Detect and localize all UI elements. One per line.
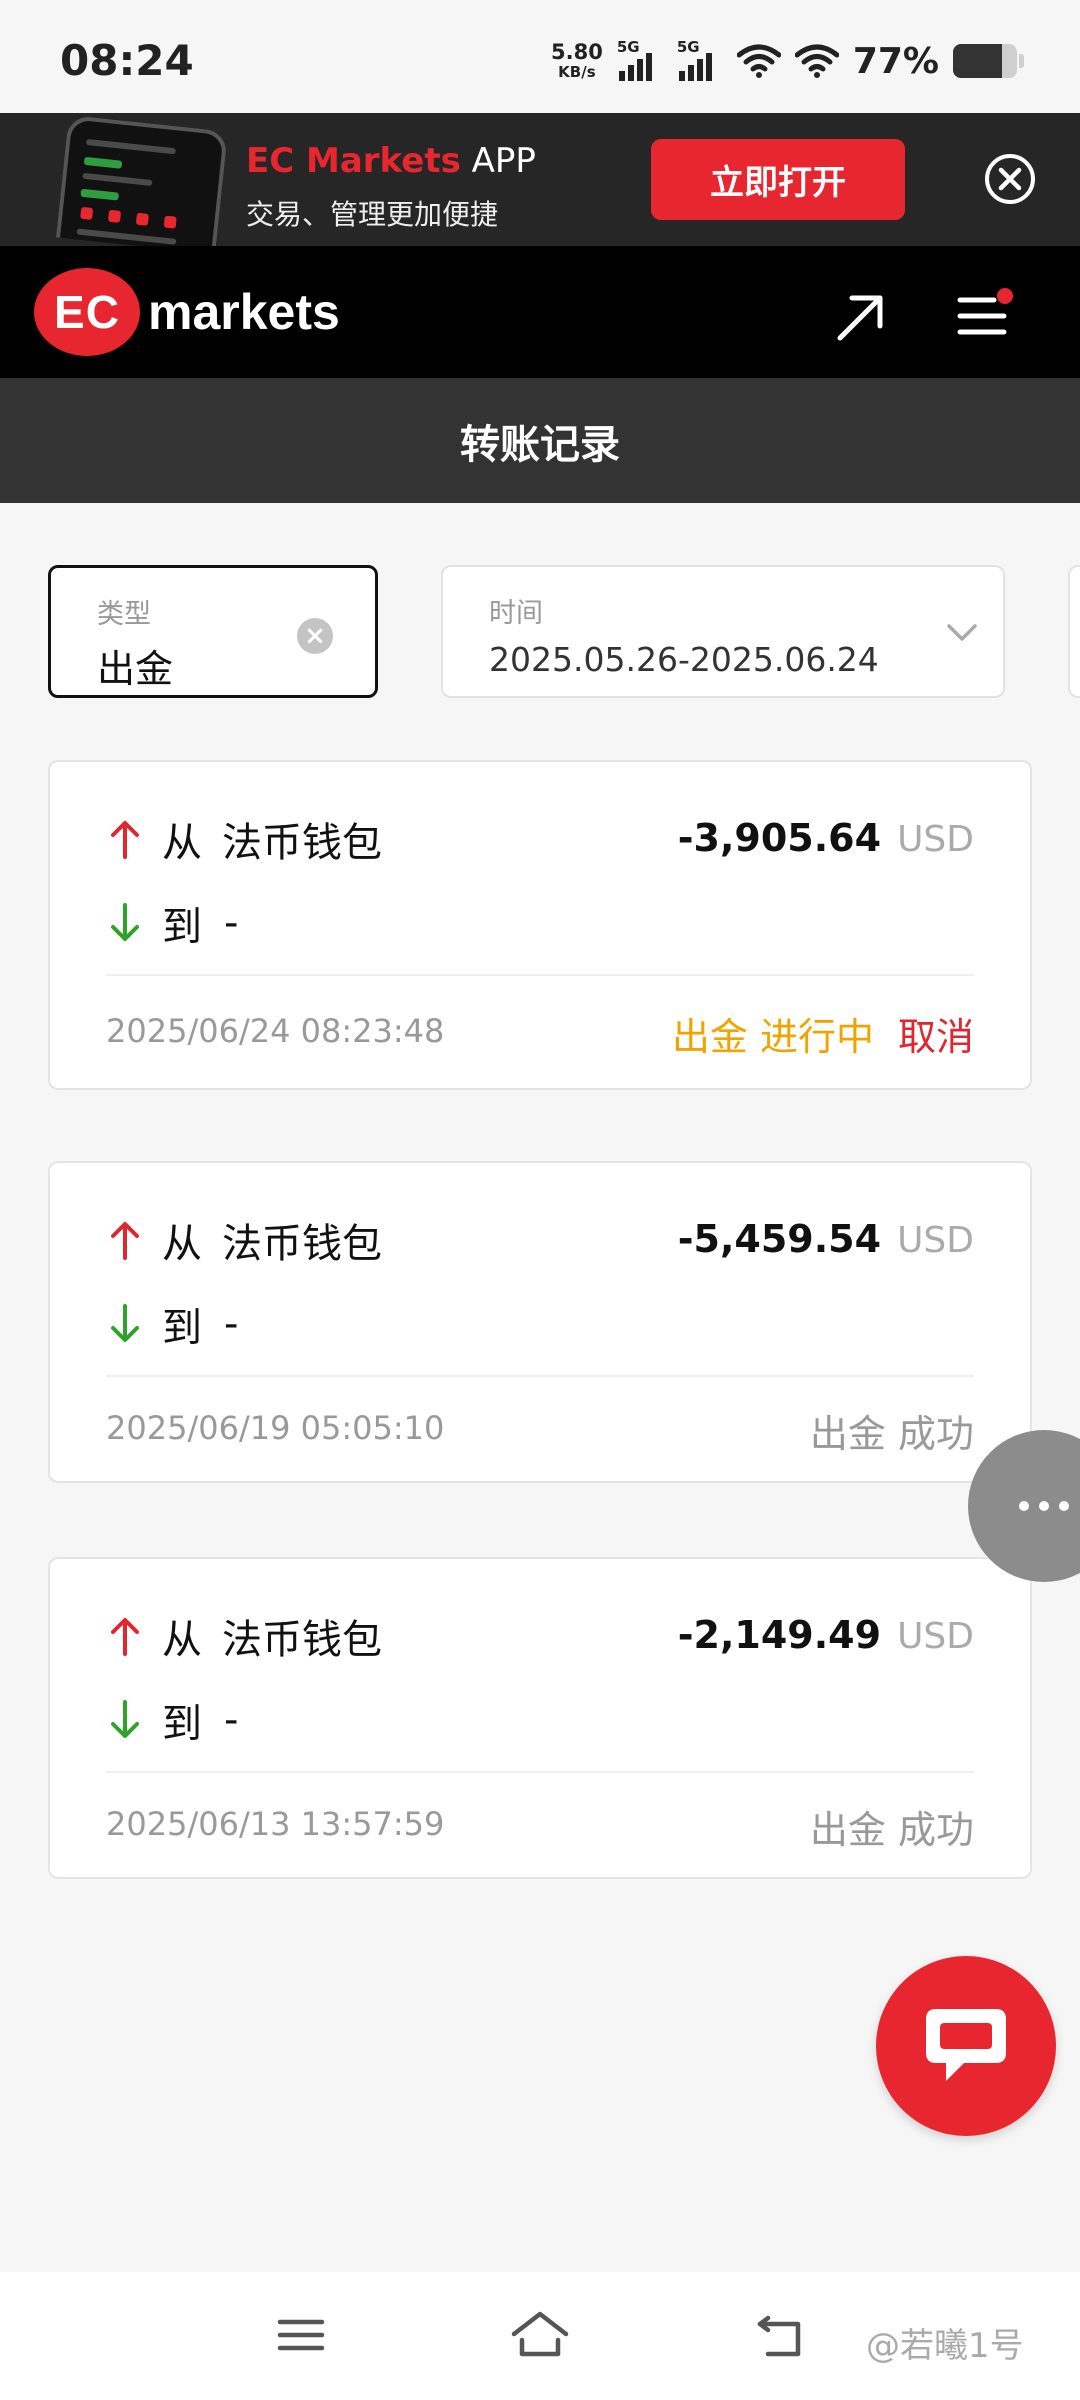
- amount: -2,149.49 USD: [678, 1613, 974, 1657]
- amount-currency: USD: [897, 1220, 974, 1261]
- battery-icon: [953, 44, 1017, 78]
- home-icon[interactable]: [510, 2310, 570, 2360]
- network-speed-unit: KB/s: [558, 63, 596, 81]
- to-wallet: -: [224, 1697, 239, 1743]
- amount-value: -2,149.49: [677, 1613, 882, 1657]
- signal-icon: 5G: [616, 38, 663, 81]
- from-row: 从 法币钱包: [106, 810, 382, 868]
- banner-app-word: APP: [471, 141, 536, 181]
- close-banner-icon[interactable]: [983, 152, 1037, 206]
- status-line: 出金 进行中 取消: [672, 1006, 974, 1061]
- arrow-down-icon: [111, 903, 139, 941]
- clear-icon[interactable]: ×: [297, 618, 333, 654]
- wifi-icon: [736, 44, 781, 78]
- watermark: @若曦1号: [866, 2326, 1024, 2366]
- chevron-down-icon: [947, 624, 977, 641]
- transfer-record-card[interactable]: 从 法币钱包 到 - -3,905.64 USD 2025/06/24 08:2…: [48, 760, 1032, 1090]
- arrow-down-icon: [111, 1700, 139, 1738]
- amount: -3,905.64 USD: [678, 816, 974, 860]
- dot-icon: [1059, 1501, 1069, 1511]
- wifi-icon: [794, 44, 839, 78]
- banner-title: EC Markets APP: [246, 141, 536, 181]
- from-word: 从: [162, 1617, 202, 1663]
- to-wallet: -: [224, 900, 239, 946]
- battery-percent: 77%: [852, 40, 939, 82]
- network-speed-value: 5.80: [551, 40, 603, 64]
- network-speed: 5.80 KB/s: [551, 42, 603, 80]
- ec-markets-logo[interactable]: EC markets: [34, 268, 340, 356]
- divider: [106, 1771, 974, 1773]
- site-header: EC markets: [0, 246, 1080, 378]
- back-icon[interactable]: [754, 2310, 806, 2360]
- status-in-progress: 出金 进行中: [671, 1015, 874, 1059]
- live-chat-button[interactable]: [876, 1956, 1056, 2136]
- to-row: 到 -: [106, 1295, 238, 1353]
- cancel-button[interactable]: 取消: [898, 1006, 974, 1061]
- time-filter-value: 2025.05.26-2025.06.24: [489, 640, 879, 679]
- type-filter[interactable]: 类型 出金 ×: [48, 565, 378, 698]
- dot-icon: [1019, 1501, 1029, 1511]
- status-line: 出金 成功: [810, 1799, 974, 1854]
- time-filter[interactable]: 时间 2025.05.26-2025.06.24: [441, 565, 1005, 698]
- arrow-up-icon: [111, 821, 139, 859]
- to-wallet: -: [224, 1301, 239, 1347]
- arrow-up-icon: [111, 1222, 139, 1260]
- status-time: 08:24: [60, 36, 194, 85]
- more-filter[interactable]: [1068, 565, 1080, 698]
- status-bar: 08:24 5.80 KB/s 5G 5G 77%: [0, 0, 1080, 113]
- arrow-down-icon: [111, 1304, 139, 1342]
- from-wallet: 法币钱包: [222, 1221, 382, 1267]
- dot-icon: [1039, 1501, 1049, 1511]
- banner-brand: EC Markets: [246, 141, 461, 181]
- logo-badge: EC: [34, 268, 140, 356]
- logo-text: markets: [148, 284, 340, 340]
- status-success: 出金 成功: [809, 1412, 974, 1456]
- sim1-label: 5G: [616, 38, 640, 56]
- amount-value: -3,905.64: [677, 816, 882, 860]
- transfer-record-card[interactable]: 从 法币钱包 到 - -2,149.49 USD 2025/06/13 13:5…: [48, 1557, 1032, 1879]
- divider: [106, 1375, 974, 1377]
- record-timestamp: 2025/06/13 13:57:59: [106, 1805, 445, 1843]
- signal-icon: 5G: [676, 38, 723, 81]
- open-app-button[interactable]: 立即打开: [651, 139, 905, 220]
- from-row: 从 法币钱包: [106, 1607, 382, 1665]
- from-word: 从: [162, 1221, 202, 1267]
- to-word: 到: [162, 1701, 202, 1747]
- arrow-up-icon: [111, 1618, 139, 1656]
- record-timestamp: 2025/06/24 08:23:48: [106, 1012, 445, 1050]
- amount-currency: USD: [897, 1616, 974, 1657]
- record-timestamp: 2025/06/19 05:05:10: [106, 1409, 445, 1447]
- from-row: 从 法币钱包: [106, 1211, 382, 1269]
- menu-icon[interactable]: [956, 288, 1014, 346]
- page-title-bar: 转账记录: [0, 378, 1080, 503]
- amount: -5,459.54 USD: [678, 1217, 974, 1261]
- amount-value: -5,459.54: [677, 1217, 882, 1261]
- amount-currency: USD: [897, 819, 974, 860]
- chat-bubble-icon: [926, 2009, 1006, 2081]
- time-filter-label: 时间: [489, 598, 543, 629]
- to-word: 到: [162, 904, 202, 950]
- status-line: 出金 成功: [810, 1403, 974, 1458]
- to-row: 到 -: [106, 894, 238, 952]
- external-link-icon[interactable]: [832, 288, 890, 346]
- divider: [106, 974, 974, 976]
- phone-preview-image: [56, 114, 228, 255]
- to-row: 到 -: [106, 1691, 238, 1749]
- menu-nav-icon[interactable]: [276, 2310, 326, 2360]
- from-word: 从: [162, 820, 202, 866]
- sim2-label: 5G: [676, 38, 700, 56]
- status-success: 出金 成功: [809, 1808, 974, 1852]
- from-wallet: 法币钱包: [222, 820, 382, 866]
- type-filter-value: 出金: [97, 647, 174, 691]
- app-download-banner: EC Markets APP 交易、管理更加便捷 立即打开: [0, 113, 1080, 255]
- transfer-record-card[interactable]: 从 法币钱包 到 - -5,459.54 USD 2025/06/19 05:0…: [48, 1161, 1032, 1483]
- to-word: 到: [162, 1305, 202, 1351]
- type-filter-label: 类型: [97, 599, 151, 630]
- status-indicators: 5.80 KB/s 5G 5G 77%: [551, 36, 1024, 86]
- banner-subtitle: 交易、管理更加便捷: [246, 198, 499, 231]
- page-title: 转账记录: [460, 421, 620, 468]
- from-wallet: 法币钱包: [222, 1617, 382, 1663]
